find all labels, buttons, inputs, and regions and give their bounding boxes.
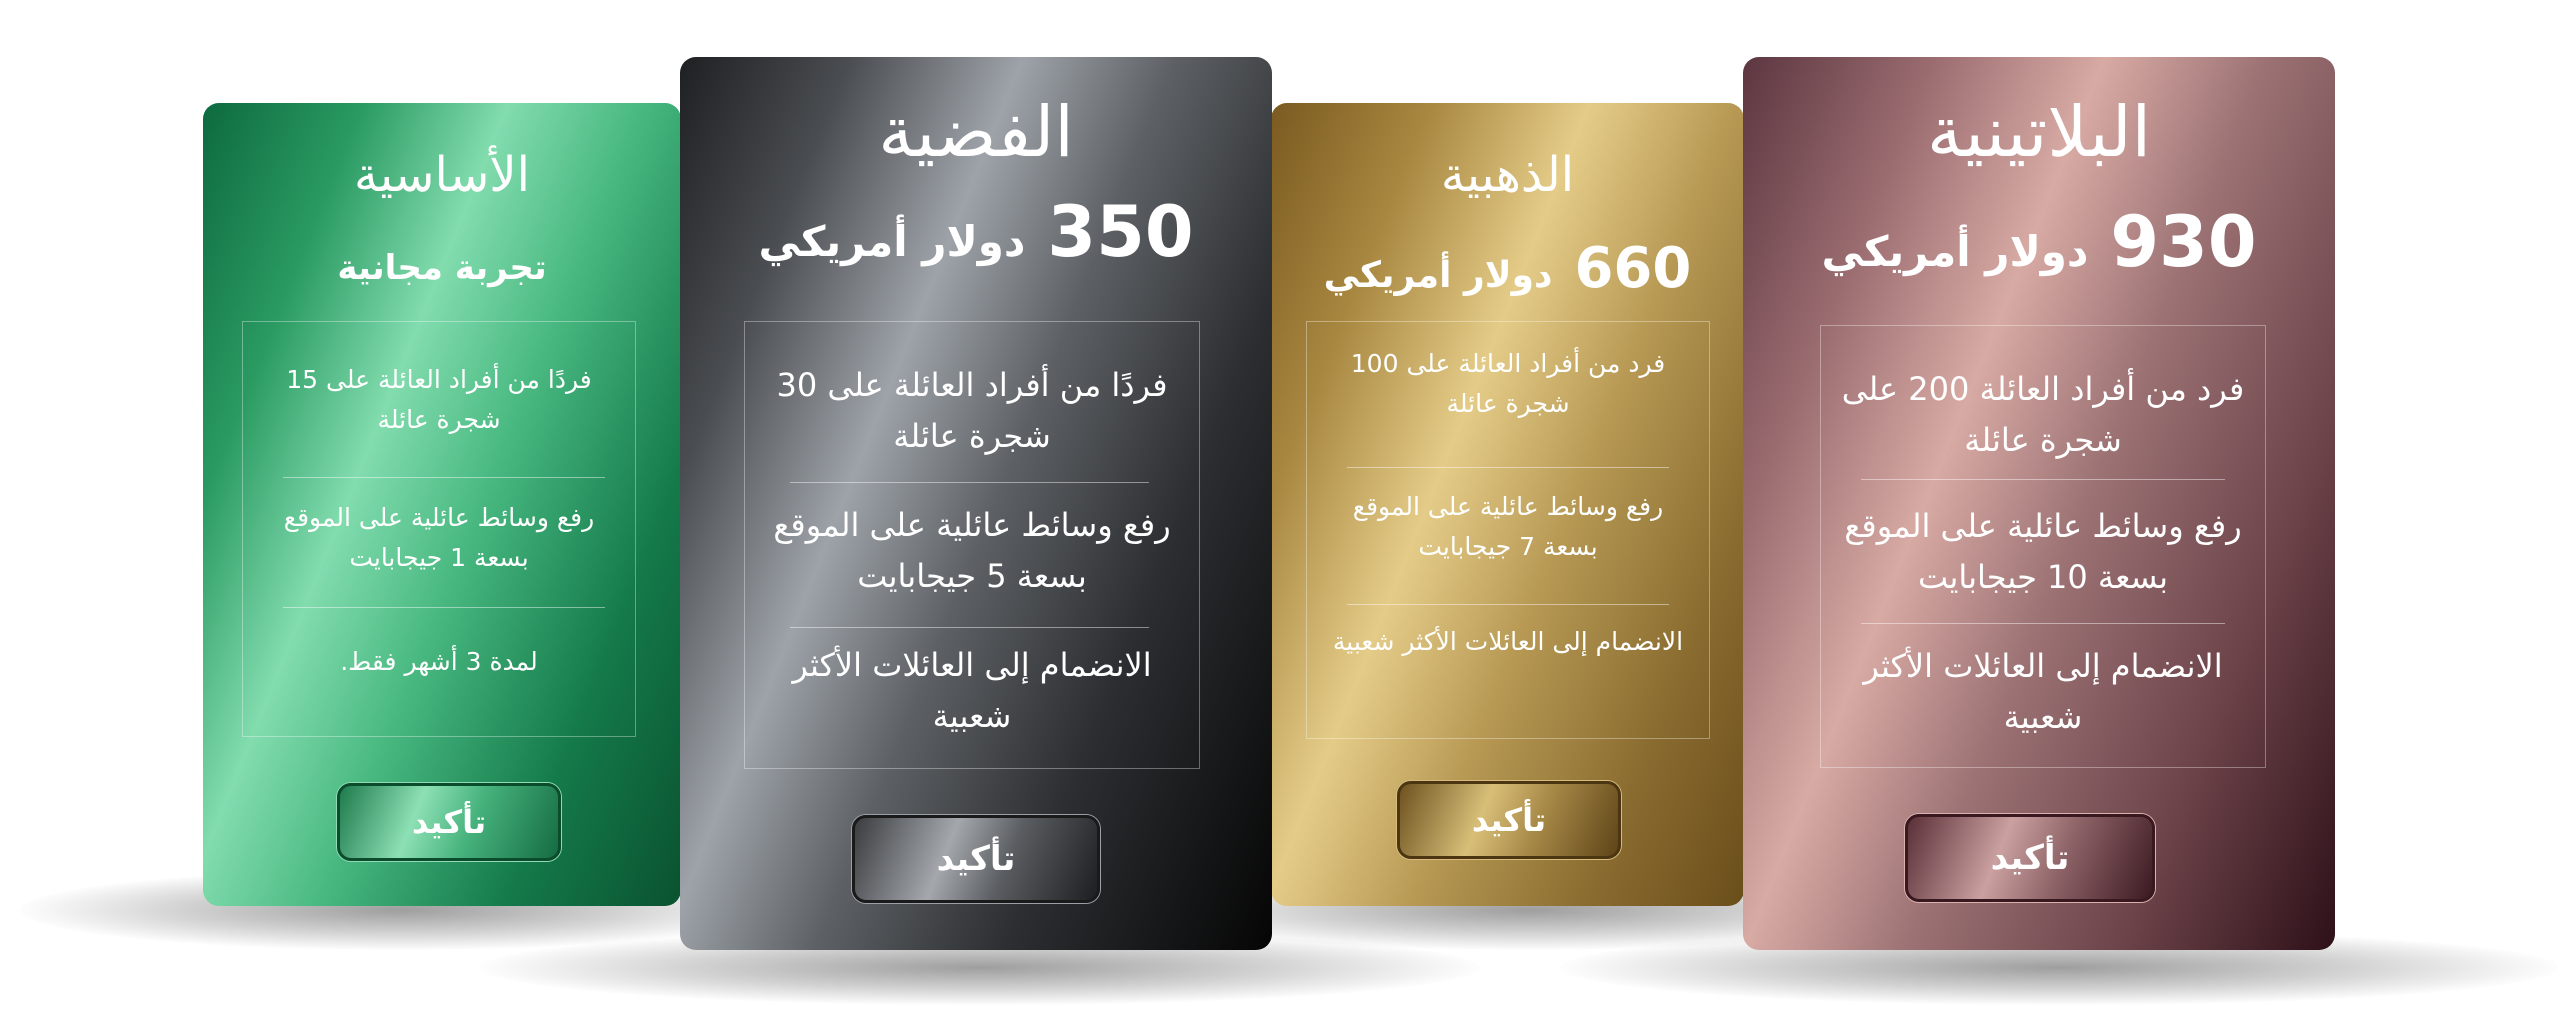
- feature-popular-families: الانضمام إلى العائلات الأكثر شعبية: [1332, 627, 1684, 656]
- divider: [283, 607, 605, 608]
- plan-card-basic: الأساسية تجربة مجانية فردًا من أفراد الع…: [203, 103, 681, 906]
- pricing-stage: الأساسية تجربة مجانية فردًا من أفراد الع…: [0, 0, 2558, 1011]
- feature-family-trees: فرد من أفراد العائلة على 100 شجرة عائلة: [1350, 349, 1666, 418]
- divider: [1861, 623, 2225, 624]
- plan-features: فردًا من أفراد العائلة على 15 شجرة عائلة…: [242, 321, 636, 737]
- feature-family-trees: فردًا من أفراد العائلة على 30 شجرة عائلة: [776, 366, 1168, 456]
- confirm-button-label: تأكيد: [1990, 838, 2070, 878]
- plan-price: دولار أمريكي 350: [680, 197, 1272, 267]
- confirm-button[interactable]: تأكيد: [1905, 814, 2155, 902]
- feature-media-upload: رفع وسائط عائلية على الموقع بسعة 1 جيجاب…: [283, 503, 595, 572]
- plan-title: الذهبية: [1440, 147, 1575, 203]
- plan-features: فردًا من أفراد العائلة على 30 شجرة عائلة…: [744, 321, 1200, 769]
- plan-card-platinum: البلاتينية دولار أمريكي 930 فرد من أفراد…: [1743, 57, 2335, 950]
- price-currency: دولار أمريكي: [1323, 255, 1553, 296]
- confirm-button[interactable]: تأكيد: [852, 815, 1100, 903]
- divider: [790, 482, 1149, 483]
- feature-family-trees: فرد من أفراد العائلة 200 على شجرة عائلة: [1841, 370, 2245, 460]
- feature-family-trees: فردًا من أفراد العائلة على 15 شجرة عائلة: [286, 365, 592, 434]
- plan-card-gold: الذهبية دولار أمريكي 660 فرد من أفراد ال…: [1271, 103, 1744, 906]
- price-currency: دولار أمريكي: [758, 217, 1026, 266]
- plan-price: دولار أمريكي 660: [1271, 241, 1744, 297]
- confirm-button-label: تأكيد: [411, 803, 487, 841]
- plan-title: الأساسية: [354, 147, 530, 203]
- price-amount: 930: [2110, 201, 2257, 283]
- price-currency: دولار أمريكي: [1821, 227, 2089, 276]
- confirm-button[interactable]: تأكيد: [337, 783, 561, 861]
- plan-title: البلاتينية: [1926, 91, 2152, 173]
- divider: [283, 477, 605, 478]
- plan-features: فرد من أفراد العائلة 200 على شجرة عائلة …: [1820, 325, 2266, 768]
- divider: [1347, 604, 1669, 605]
- price-amount: 660: [1574, 236, 1692, 301]
- plan-features: فرد من أفراد العائلة على 100 شجرة عائلة …: [1306, 321, 1710, 739]
- price-amount: 350: [1047, 191, 1194, 273]
- feature-media-upload: رفع وسائط عائلية على الموقع بسعة 10 جيجا…: [1844, 507, 2242, 597]
- plan-price: دولار أمريكي 930: [1743, 207, 2335, 277]
- plan-card-silver: الفضية دولار أمريكي 350 فردًا من أفراد ا…: [680, 57, 1272, 950]
- confirm-button[interactable]: تأكيد: [1397, 781, 1621, 859]
- divider: [1861, 479, 2225, 480]
- feature-popular-families: الانضمام إلى العائلات الأكثر شعبية: [1863, 647, 2223, 737]
- divider: [790, 627, 1149, 628]
- feature-popular-families: الانضمام إلى العائلات الأكثر شعبية: [792, 646, 1152, 736]
- confirm-button-label: تأكيد: [936, 839, 1016, 879]
- confirm-button-label: تأكيد: [1471, 801, 1547, 839]
- feature-media-upload: رفع وسائط عائلية على الموقع بسعة 7 جيجاب…: [1352, 492, 1664, 561]
- plan-title: الفضية: [878, 91, 1074, 173]
- feature-duration: لمدة 3 أشهر فقط.: [340, 647, 538, 676]
- plan-subtitle: تجربة مجانية: [337, 248, 547, 288]
- divider: [1347, 467, 1669, 468]
- feature-media-upload: رفع وسائط عائلية على الموقع بسعة 5 جيجاب…: [773, 506, 1171, 596]
